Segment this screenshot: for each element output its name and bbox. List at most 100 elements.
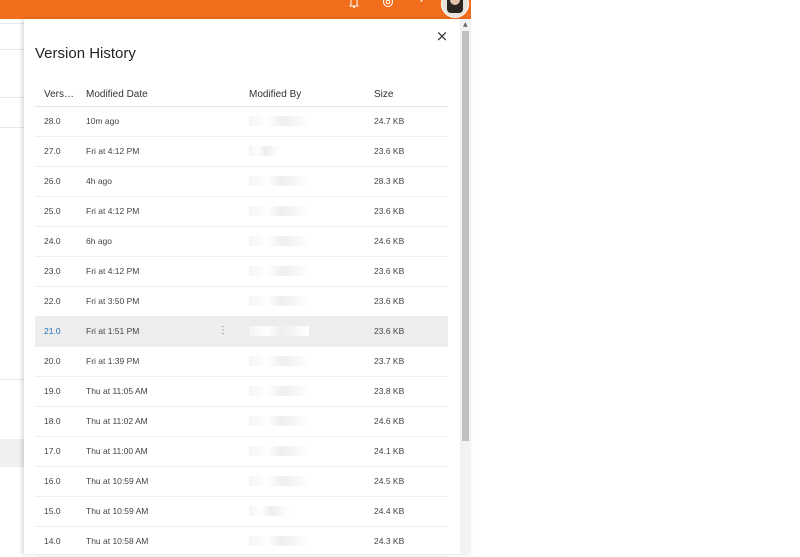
version-number[interactable]: 25.0 <box>44 206 61 216</box>
modified-by-redacted <box>249 446 309 458</box>
version-number[interactable]: 17.0 <box>44 446 61 456</box>
bg-divider <box>0 379 24 380</box>
table-row[interactable]: 14.0 Thu at 10:58 AM 24.3 KB <box>35 527 448 557</box>
version-number[interactable]: 18.0 <box>44 416 61 426</box>
column-header-size[interactable]: Size <box>374 89 393 100</box>
column-header-modified-date[interactable]: Modified Date <box>86 89 148 100</box>
more-options-icon[interactable]: ⋮ <box>218 325 228 336</box>
user-avatar[interactable] <box>441 0 469 18</box>
table-row[interactable]: 26.0 4h ago 28.3 KB <box>35 167 448 197</box>
modified-by-redacted <box>249 116 309 128</box>
table-row[interactable]: 28.0 10m ago 24.7 KB <box>35 107 448 137</box>
modified-by-redacted <box>249 266 309 278</box>
version-number[interactable]: 15.0 <box>44 506 61 516</box>
file-size: 23.6 KB <box>374 266 405 276</box>
settings-gear-icon[interactable] <box>382 0 394 16</box>
scroll-up-icon[interactable]: ▲ <box>463 21 468 28</box>
file-size: 23.8 KB <box>374 386 405 396</box>
version-list: 28.0 10m ago 24.7 KB 27.0 Fri at 4:12 PM… <box>35 107 448 557</box>
file-size: 23.6 KB <box>374 206 405 216</box>
modified-date: Thu at 11:05 AM <box>86 386 148 396</box>
modified-date: Thu at 10:59 AM <box>86 506 149 516</box>
modified-date: Fri at 1:51 PM <box>86 326 140 336</box>
file-size: 23.6 KB <box>374 326 405 336</box>
modified-date: Fri at 1:39 PM <box>86 356 140 366</box>
modified-by-redacted <box>249 296 309 308</box>
modified-date: Fri at 3:50 PM <box>86 296 140 306</box>
bg-divider <box>0 49 24 50</box>
version-number[interactable]: 21.0 <box>44 326 61 336</box>
version-number[interactable]: 22.0 <box>44 296 61 306</box>
file-size: 24.5 KB <box>374 476 405 486</box>
version-number[interactable]: 28.0 <box>44 116 61 126</box>
table-row[interactable]: 19.0 Thu at 11:05 AM 23.8 KB <box>35 377 448 407</box>
table-row[interactable]: 20.0 Fri at 1:39 PM 23.7 KB <box>35 347 448 377</box>
version-number[interactable]: 19.0 <box>44 386 61 396</box>
modified-date: Thu at 10:58 AM <box>86 536 149 546</box>
version-number[interactable]: 27.0 <box>44 146 61 156</box>
file-size: 24.3 KB <box>374 536 405 546</box>
modified-by-redacted <box>249 146 279 158</box>
modified-by-redacted <box>249 206 309 218</box>
table-row[interactable]: 22.0 Fri at 3:50 PM 23.6 KB <box>35 287 448 317</box>
modified-date: 6h ago <box>86 236 112 246</box>
version-number[interactable]: 14.0 <box>44 536 61 546</box>
bg-divider <box>0 97 24 98</box>
modified-date: Fri at 4:12 PM <box>86 206 140 216</box>
background-list <box>0 19 24 554</box>
file-size: 28.3 KB <box>374 176 405 186</box>
column-header-version[interactable]: Vers… <box>44 89 74 100</box>
table-row[interactable]: 24.0 6h ago 24.6 KB <box>35 227 448 257</box>
file-size: 24.7 KB <box>374 116 405 126</box>
modified-date: Thu at 11:00 AM <box>86 446 148 456</box>
table-header: Vers… Modified Date Modified By Size <box>35 84 448 107</box>
modified-by-redacted <box>249 506 289 518</box>
modified-by-redacted <box>249 416 309 428</box>
close-icon[interactable]: × <box>433 27 451 45</box>
version-history-panel: × Version History Vers… Modified Date Mo… <box>24 19 471 557</box>
file-size: 24.6 KB <box>374 416 405 426</box>
file-size: 23.6 KB <box>374 146 405 156</box>
panel-scrollbar[interactable]: ▲ <box>460 19 471 554</box>
bg-selected-row <box>0 439 24 467</box>
modified-by-redacted <box>249 476 309 488</box>
modified-by-redacted <box>249 176 309 188</box>
file-size: 24.6 KB <box>374 236 405 246</box>
modified-by-redacted <box>249 236 309 248</box>
modified-date: Fri at 4:12 PM <box>86 146 140 156</box>
table-row[interactable]: 17.0 Thu at 11:00 AM 24.1 KB <box>35 437 448 467</box>
file-size: 24.1 KB <box>374 446 405 456</box>
file-size: 23.7 KB <box>374 356 405 366</box>
file-size: 23.6 KB <box>374 296 405 306</box>
table-row[interactable]: 25.0 Fri at 4:12 PM 23.6 KB <box>35 197 448 227</box>
file-size: 24.4 KB <box>374 506 405 516</box>
column-header-modified-by[interactable]: Modified By <box>249 89 301 100</box>
modified-by-redacted <box>249 356 309 368</box>
help-icon[interactable] <box>417 0 425 12</box>
version-number[interactable]: 24.0 <box>44 236 61 246</box>
notifications-icon[interactable] <box>349 0 359 16</box>
scrollbar-thumb[interactable] <box>462 31 469 441</box>
modified-date: 4h ago <box>86 176 112 186</box>
table-row[interactable]: 23.0 Fri at 4:12 PM 23.6 KB <box>35 257 448 287</box>
version-number[interactable]: 16.0 <box>44 476 61 486</box>
table-row-selected[interactable]: 21.0 Fri at 1:51 PM ⋮ 23.6 KB <box>35 317 448 347</box>
version-number[interactable]: 23.0 <box>44 266 61 276</box>
table-row[interactable]: 27.0 Fri at 4:12 PM 23.6 KB <box>35 137 448 167</box>
version-number[interactable]: 26.0 <box>44 176 61 186</box>
panel-title: Version History <box>35 45 136 62</box>
modified-by-redacted <box>249 326 309 338</box>
table-row[interactable]: 16.0 Thu at 10:59 AM 24.5 KB <box>35 467 448 497</box>
version-number[interactable]: 20.0 <box>44 356 61 366</box>
table-row[interactable]: 15.0 Thu at 10:59 AM 24.4 KB <box>35 497 448 527</box>
modified-date: Thu at 10:59 AM <box>86 476 149 486</box>
table-row[interactable]: 18.0 Thu at 11:02 AM 24.6 KB <box>35 407 448 437</box>
modified-date: 10m ago <box>86 116 120 126</box>
modified-by-redacted <box>249 536 309 548</box>
bg-divider <box>0 23 24 24</box>
app-header-bar <box>0 0 471 19</box>
modified-by-redacted <box>249 386 309 398</box>
modified-date: Fri at 4:12 PM <box>86 266 140 276</box>
modified-date: Thu at 11:02 AM <box>86 416 148 426</box>
bg-divider <box>0 127 24 128</box>
